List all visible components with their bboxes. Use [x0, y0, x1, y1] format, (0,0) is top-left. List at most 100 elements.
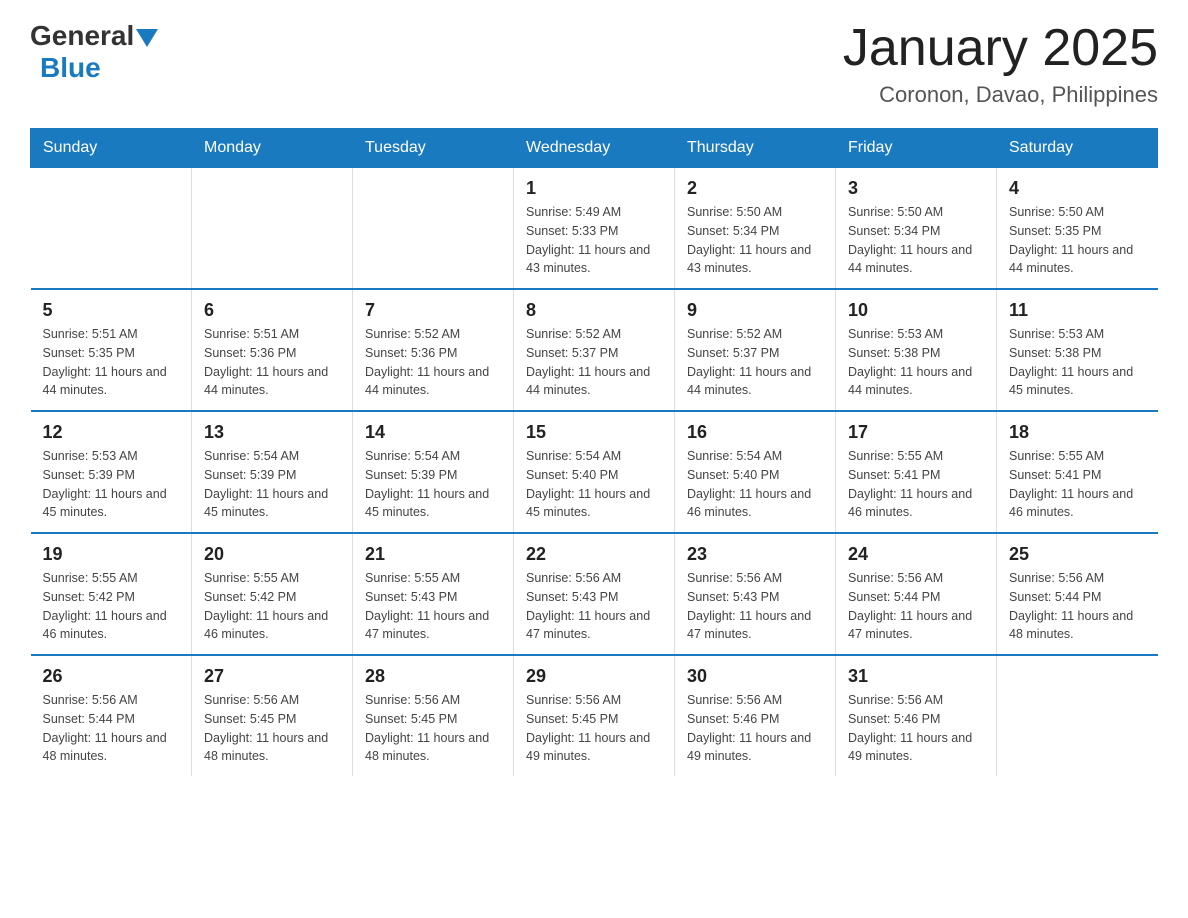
logo-general: General	[30, 20, 134, 52]
day-info: Sunrise: 5:54 AM Sunset: 5:39 PM Dayligh…	[204, 447, 340, 522]
month-title: January 2025	[843, 20, 1158, 77]
logo: General Blue	[30, 20, 158, 84]
day-info: Sunrise: 5:56 AM Sunset: 5:45 PM Dayligh…	[526, 691, 662, 766]
day-number: 24	[848, 544, 984, 565]
day-number: 31	[848, 666, 984, 687]
day-info: Sunrise: 5:54 AM Sunset: 5:39 PM Dayligh…	[365, 447, 501, 522]
day-number: 19	[43, 544, 180, 565]
day-info: Sunrise: 5:56 AM Sunset: 5:44 PM Dayligh…	[848, 569, 984, 644]
day-info: Sunrise: 5:49 AM Sunset: 5:33 PM Dayligh…	[526, 203, 662, 278]
calendar-cell: 23 Sunrise: 5:56 AM Sunset: 5:43 PM Dayli…	[675, 533, 836, 655]
header-cell-thursday: Thursday	[675, 129, 836, 168]
calendar-row-2: 12 Sunrise: 5:53 AM Sunset: 5:39 PM Dayli…	[31, 411, 1158, 533]
day-number: 27	[204, 666, 340, 687]
day-info: Sunrise: 5:51 AM Sunset: 5:36 PM Dayligh…	[204, 325, 340, 400]
day-number: 11	[1009, 300, 1146, 321]
calendar-cell: 16Sunrise: 5:54 AM Sunset: 5:40 PM Dayli…	[675, 411, 836, 533]
header-cell-wednesday: Wednesday	[514, 129, 675, 168]
calendar-cell: 28 Sunrise: 5:56 AM Sunset: 5:45 PM Dayli…	[353, 655, 514, 776]
day-number: 13	[204, 422, 340, 443]
day-info: Sunrise: 5:50 AM Sunset: 5:34 PM Dayligh…	[848, 203, 984, 278]
day-number: 15	[526, 422, 662, 443]
calendar-cell: 19Sunrise: 5:55 AM Sunset: 5:42 PM Dayli…	[31, 533, 192, 655]
day-info: Sunrise: 5:55 AM Sunset: 5:41 PM Dayligh…	[848, 447, 984, 522]
calendar-table: SundayMondayTuesdayWednesdayThursdayFrid…	[30, 128, 1158, 776]
day-number: 7	[365, 300, 501, 321]
day-info: Sunrise: 5:51 AM Sunset: 5:35 PM Dayligh…	[43, 325, 180, 400]
calendar-cell: 27Sunrise: 5:56 AM Sunset: 5:45 PM Dayli…	[192, 655, 353, 776]
day-number: 26	[43, 666, 180, 687]
day-info: Sunrise: 5:52 AM Sunset: 5:36 PM Dayligh…	[365, 325, 501, 400]
calendar-cell: 7 Sunrise: 5:52 AM Sunset: 5:36 PM Daylig…	[353, 289, 514, 411]
header-cell-sunday: Sunday	[31, 129, 192, 168]
calendar-cell: 20Sunrise: 5:55 AM Sunset: 5:42 PM Dayli…	[192, 533, 353, 655]
calendar-row-1: 5 Sunrise: 5:51 AM Sunset: 5:35 PM Daylig…	[31, 289, 1158, 411]
calendar-cell: 3 Sunrise: 5:50 AM Sunset: 5:34 PM Daylig…	[836, 168, 997, 290]
day-number: 22	[526, 544, 662, 565]
header-cell-monday: Monday	[192, 129, 353, 168]
day-number: 14	[365, 422, 501, 443]
day-info: Sunrise: 5:55 AM Sunset: 5:42 PM Dayligh…	[204, 569, 340, 644]
calendar-cell: 18 Sunrise: 5:55 AM Sunset: 5:41 PM Dayli…	[997, 411, 1158, 533]
calendar-cell: 25Sunrise: 5:56 AM Sunset: 5:44 PM Dayli…	[997, 533, 1158, 655]
day-info: Sunrise: 5:56 AM Sunset: 5:46 PM Dayligh…	[687, 691, 823, 766]
day-number: 29	[526, 666, 662, 687]
calendar-cell: 22 Sunrise: 5:56 AM Sunset: 5:43 PM Dayli…	[514, 533, 675, 655]
calendar-cell: 4Sunrise: 5:50 AM Sunset: 5:35 PM Daylig…	[997, 168, 1158, 290]
calendar-cell: 13 Sunrise: 5:54 AM Sunset: 5:39 PM Dayli…	[192, 411, 353, 533]
day-info: Sunrise: 5:54 AM Sunset: 5:40 PM Dayligh…	[526, 447, 662, 522]
day-info: Sunrise: 5:56 AM Sunset: 5:43 PM Dayligh…	[687, 569, 823, 644]
day-info: Sunrise: 5:55 AM Sunset: 5:43 PM Dayligh…	[365, 569, 501, 644]
location-title: Coronon, Davao, Philippines	[843, 82, 1158, 108]
header-cell-saturday: Saturday	[997, 129, 1158, 168]
title-area: January 2025 Coronon, Davao, Philippines	[843, 20, 1158, 108]
page-header: General Blue January 2025 Coronon, Davao…	[30, 20, 1158, 108]
calendar-cell: 5 Sunrise: 5:51 AM Sunset: 5:35 PM Daylig…	[31, 289, 192, 411]
calendar-cell: 24 Sunrise: 5:56 AM Sunset: 5:44 PM Dayli…	[836, 533, 997, 655]
calendar-row-3: 19 Sunrise: 5:55 AM Sunset: 5:42 PM Dayli…	[31, 533, 1158, 655]
calendar-cell: 8 Sunrise: 5:52 AM Sunset: 5:37 PM Daylig…	[514, 289, 675, 411]
day-number: 28	[365, 666, 501, 687]
day-info: Sunrise: 5:52 AM Sunset: 5:37 PM Dayligh…	[526, 325, 662, 400]
day-info: Sunrise: 5:52 AM Sunset: 5:37 PM Dayligh…	[687, 325, 823, 400]
day-info: Sunrise: 5:53 AM Sunset: 5:39 PM Dayligh…	[43, 447, 180, 522]
calendar-row-4: 26 Sunrise: 5:56 AM Sunset: 5:44 PM Dayli…	[31, 655, 1158, 776]
day-number: 25	[1009, 544, 1146, 565]
day-number: 17	[848, 422, 984, 443]
header-cell-friday: Friday	[836, 129, 997, 168]
calendar-cell: 12 Sunrise: 5:53 AM Sunset: 5:39 PM Dayli…	[31, 411, 192, 533]
day-number: 1	[526, 178, 662, 199]
day-number: 5	[43, 300, 180, 321]
day-number: 8	[526, 300, 662, 321]
day-number: 18	[1009, 422, 1146, 443]
calendar-cell: 31 Sunrise: 5:56 AM Sunset: 5:46 PM Dayli…	[836, 655, 997, 776]
calendar-cell: 14 Sunrise: 5:54 AM Sunset: 5:39 PM Dayli…	[353, 411, 514, 533]
logo-arrow-icon	[136, 29, 158, 47]
day-info: Sunrise: 5:56 AM Sunset: 5:43 PM Dayligh…	[526, 569, 662, 644]
day-number: 23	[687, 544, 823, 565]
calendar-cell	[31, 168, 192, 290]
day-number: 16	[687, 422, 823, 443]
calendar-cell: 30Sunrise: 5:56 AM Sunset: 5:46 PM Dayli…	[675, 655, 836, 776]
day-info: Sunrise: 5:56 AM Sunset: 5:44 PM Dayligh…	[43, 691, 180, 766]
calendar-header: SundayMondayTuesdayWednesdayThursdayFrid…	[31, 129, 1158, 168]
day-info: Sunrise: 5:50 AM Sunset: 5:34 PM Dayligh…	[687, 203, 823, 278]
day-number: 10	[848, 300, 984, 321]
day-number: 3	[848, 178, 984, 199]
day-number: 21	[365, 544, 501, 565]
calendar-cell: 11 Sunrise: 5:53 AM Sunset: 5:38 PM Dayli…	[997, 289, 1158, 411]
day-number: 6	[204, 300, 340, 321]
calendar-cell	[192, 168, 353, 290]
calendar-cell: 26 Sunrise: 5:56 AM Sunset: 5:44 PM Dayli…	[31, 655, 192, 776]
calendar-cell: 17 Sunrise: 5:55 AM Sunset: 5:41 PM Dayli…	[836, 411, 997, 533]
day-info: Sunrise: 5:56 AM Sunset: 5:46 PM Dayligh…	[848, 691, 984, 766]
calendar-cell: 10Sunrise: 5:53 AM Sunset: 5:38 PM Dayli…	[836, 289, 997, 411]
day-number: 12	[43, 422, 180, 443]
calendar-cell	[997, 655, 1158, 776]
calendar-cell: 29 Sunrise: 5:56 AM Sunset: 5:45 PM Dayli…	[514, 655, 675, 776]
day-number: 9	[687, 300, 823, 321]
day-info: Sunrise: 5:56 AM Sunset: 5:45 PM Dayligh…	[365, 691, 501, 766]
day-info: Sunrise: 5:53 AM Sunset: 5:38 PM Dayligh…	[1009, 325, 1146, 400]
calendar-cell: 21 Sunrise: 5:55 AM Sunset: 5:43 PM Dayli…	[353, 533, 514, 655]
day-info: Sunrise: 5:55 AM Sunset: 5:41 PM Dayligh…	[1009, 447, 1146, 522]
